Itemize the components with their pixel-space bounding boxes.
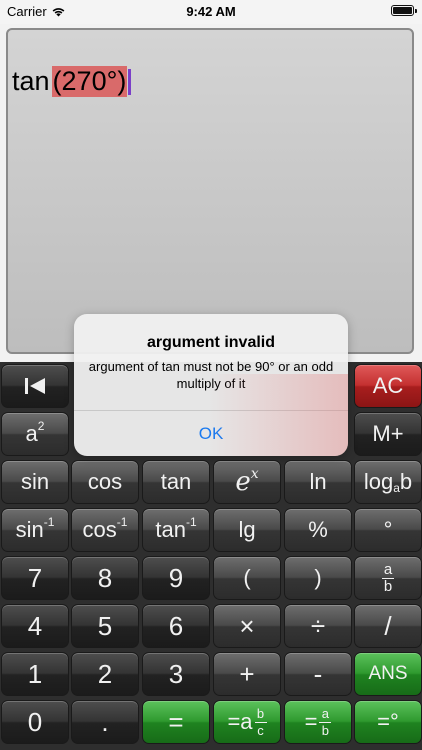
calculator-screen: Carrier 9:42 AM tan (270°) AC a2 M+ sin … (0, 0, 422, 750)
alert-ok-button[interactable]: OK (74, 411, 348, 456)
alert-message: argument of tan must not be 90° or an od… (88, 359, 334, 391)
alert-body: argument invalid argument of tan must no… (74, 314, 348, 410)
alert-title: argument invalid (146, 334, 276, 351)
alert-dialog: argument invalid argument of tan must no… (74, 314, 348, 456)
